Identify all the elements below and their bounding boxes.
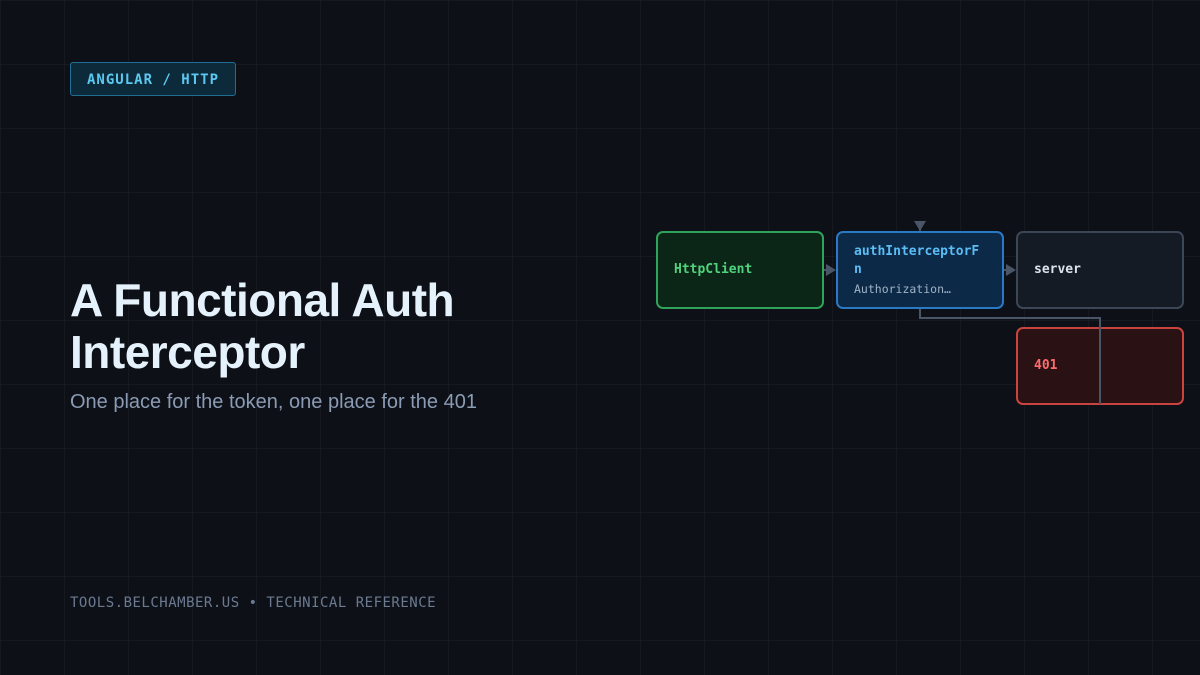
page-title: A Functional Auth Interceptor bbox=[70, 274, 455, 378]
arrowhead-to-interceptor bbox=[826, 264, 836, 276]
arrowhead-to-server bbox=[1006, 264, 1016, 276]
node-auth-interceptor-sublabel: Authorization… bbox=[854, 282, 951, 296]
page-subtitle: One place for the token, one place for t… bbox=[70, 391, 477, 413]
node-httpclient-label: HttpClient bbox=[674, 262, 753, 277]
node-server-label: server bbox=[1034, 262, 1081, 277]
node-auth-interceptor: authInterceptorFn Authorization… bbox=[836, 231, 1004, 309]
category-badge: ANGULAR / HTTP bbox=[70, 62, 237, 96]
node-auth-interceptor-label: authInterceptorFn bbox=[854, 244, 980, 277]
node-401: 401 bbox=[1016, 327, 1184, 405]
node-server: server bbox=[1016, 231, 1184, 309]
node-401-label: 401 bbox=[1034, 358, 1058, 373]
arrowhead-into-interceptor bbox=[914, 221, 926, 231]
node-httpclient: HttpClient bbox=[656, 231, 824, 309]
footer-credit: TOOLS.BELCHAMBER.US • TECHNICAL REFERENC… bbox=[70, 595, 437, 611]
